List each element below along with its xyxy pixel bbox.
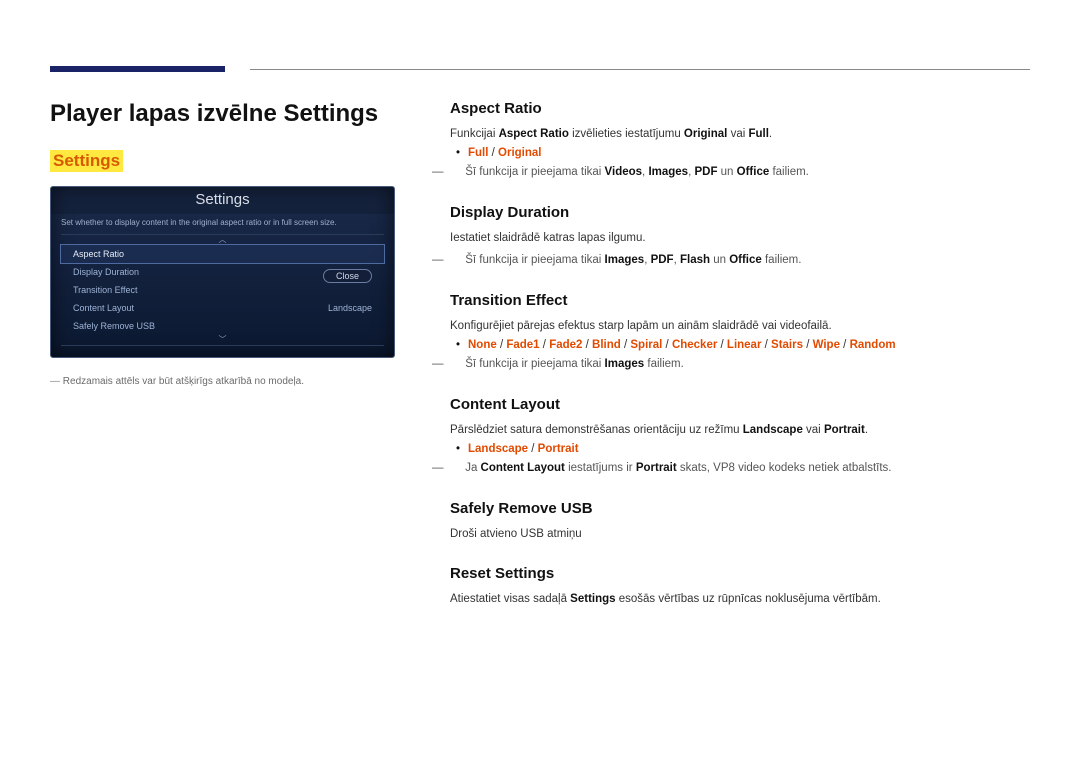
header-rule	[50, 66, 1030, 72]
dash-icon: ―	[450, 251, 462, 269]
row-label: Transition Effect	[73, 285, 138, 295]
chevron-down-icon: ﹀	[61, 335, 384, 345]
row-value: Landscape	[328, 303, 372, 313]
settings-list: ︿ Aspect Ratio Display Duration Transiti…	[61, 234, 384, 346]
reset-paragraph: Atiestatiet visas sadaļā Settings esošās…	[450, 590, 1030, 608]
display-duration-paragraph: Iestatiet slaidrādē katras lapas ilgumu.	[450, 229, 1030, 247]
content-layout-bullet: Landscape / Portrait	[468, 443, 1030, 455]
settings-row-content-layout: Content Layout Landscape	[61, 299, 384, 317]
transition-bullet: None / Fade1 / Fade2 / Blind / Spiral / …	[468, 339, 1030, 351]
aspect-ratio-note: ― Šī funkcija ir pieejama tikai Videos, …	[450, 163, 1030, 182]
settings-panel-mock: Settings Set whether to display content …	[50, 186, 395, 358]
heading-reset-settings: Reset Settings	[450, 565, 1030, 582]
settings-panel-help: Set whether to display content in the or…	[51, 214, 394, 234]
row-label: Aspect Ratio	[73, 249, 124, 259]
settings-row-transition-effect: Transition Effect	[61, 281, 384, 299]
chevron-up-icon: ︿	[61, 235, 384, 245]
close-button: Close	[323, 269, 372, 283]
settings-row-aspect-ratio: Aspect Ratio	[61, 245, 384, 263]
content-layout-paragraph: Pārslēdziet satura demonstrēšanas orient…	[450, 421, 1030, 439]
dash-icon: ―	[450, 355, 462, 373]
left-column: Player lapas izvēlne Settings Settings S…	[50, 100, 400, 613]
row-label: Content Layout	[73, 303, 134, 313]
settings-row-safely-remove-usb: Safely Remove USB	[61, 317, 384, 335]
image-note: ― Redzamais attēls var būt atšķirīgs atk…	[50, 376, 400, 387]
settings-highlight: Settings	[50, 150, 123, 172]
aspect-ratio-bullet: Full / Original	[468, 147, 1030, 159]
dash-icon: ―	[50, 376, 63, 387]
heading-display-duration: Display Duration	[450, 204, 1030, 221]
heading-transition-effect: Transition Effect	[450, 292, 1030, 309]
heading-content-layout: Content Layout	[450, 396, 1030, 413]
content-layout-note: ― Ja Content Layout iestatījums ir Portr…	[450, 459, 1030, 478]
dash-icon: ―	[450, 459, 462, 477]
heading-safely-remove-usb: Safely Remove USB	[450, 500, 1030, 517]
heading-aspect-ratio: Aspect Ratio	[450, 100, 1030, 117]
right-column: Aspect Ratio Funkcijai Aspect Ratio izvē…	[450, 100, 1030, 613]
image-note-text: Redzamais attēls var būt atšķirīgs atkar…	[63, 376, 304, 387]
close-button-wrapper: Close	[323, 269, 372, 283]
page-content: Player lapas izvēlne Settings Settings S…	[50, 100, 1030, 613]
page-title: Player lapas izvēlne Settings	[50, 100, 400, 128]
dash-icon: ―	[450, 163, 462, 181]
row-label: Display Duration	[73, 267, 139, 277]
row-label: Safely Remove USB	[73, 321, 155, 331]
display-duration-note: ― Šī funkcija ir pieejama tikai Images, …	[450, 251, 1030, 270]
aspect-ratio-paragraph: Funkcijai Aspect Ratio izvēlieties iesta…	[450, 125, 1030, 143]
settings-panel-title: Settings	[51, 187, 394, 214]
transition-note: ― Šī funkcija ir pieejama tikai Images f…	[450, 355, 1030, 374]
safely-remove-paragraph: Droši atvieno USB atmiņu	[450, 525, 1030, 543]
transition-paragraph: Konfigurējiet pārejas efektus starp lapā…	[450, 317, 1030, 335]
